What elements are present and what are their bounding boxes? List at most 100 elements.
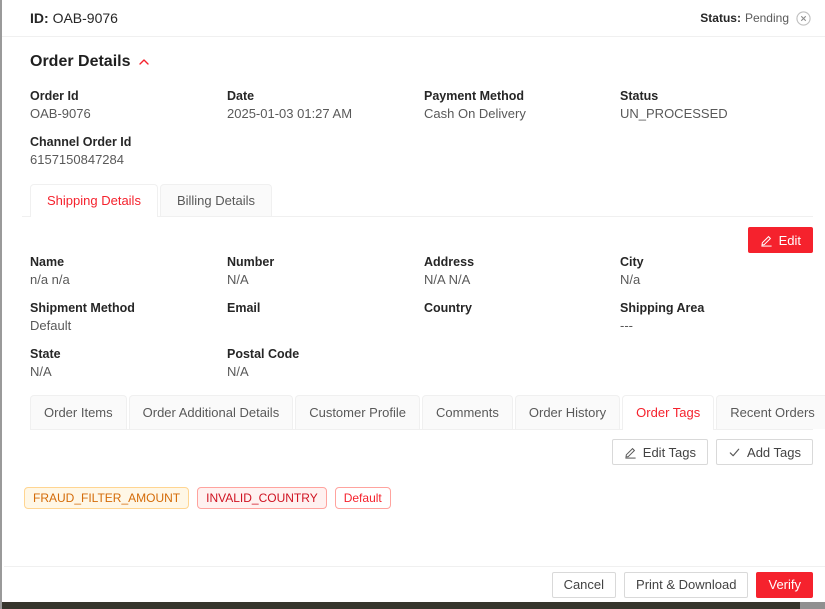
field-country: Country: [424, 299, 620, 335]
field-status: Status UN_PROCESSED: [620, 87, 813, 123]
field-label: Name: [30, 253, 219, 271]
field-value: [424, 317, 612, 335]
order-detail-modal: ID: OAB-9076 Status: Pending Order Detai…: [0, 0, 825, 609]
cancel-label: Cancel: [564, 577, 604, 592]
edit-button-label: Edit: [779, 233, 801, 248]
field-value: ---: [620, 317, 805, 335]
field-name: Name n/a n/a: [30, 253, 227, 289]
cancel-button[interactable]: Cancel: [552, 572, 616, 598]
field-label: City: [620, 253, 805, 271]
tab-billing-details[interactable]: Billing Details: [160, 184, 272, 216]
field-email: Email: [227, 299, 424, 335]
field-date: Date 2025-01-03 01:27 AM: [227, 87, 424, 123]
modal-footer: Cancel Print & Download Verify: [4, 566, 825, 602]
field-value: N/A: [227, 271, 416, 289]
field-label: Number: [227, 253, 416, 271]
tab-recent-orders[interactable]: Recent Orders: [716, 395, 825, 429]
tag-invalid-country: INVALID_COUNTRY: [197, 487, 327, 509]
order-id-label: ID:: [30, 10, 49, 26]
status-label: Status:: [700, 11, 741, 25]
field-label: State: [30, 345, 219, 363]
edit-tags-label: Edit Tags: [643, 445, 696, 460]
field-label: Country: [424, 299, 612, 317]
field-state: State N/A: [30, 345, 227, 381]
field-value: Default: [30, 317, 219, 335]
field-value: UN_PROCESSED: [620, 105, 805, 123]
tab-label: Comments: [436, 405, 499, 420]
add-tags-button[interactable]: Add Tags: [716, 439, 813, 465]
background-bottom-edge: [2, 602, 825, 609]
order-id-heading: ID: OAB-9076: [30, 10, 118, 26]
address-tabbar: Shipping Details Billing Details: [22, 184, 813, 217]
field-label: Email: [227, 299, 416, 317]
field-value: n/a n/a: [30, 271, 219, 289]
field-label: Postal Code: [227, 345, 416, 363]
field-value: N/A N/A: [424, 271, 612, 289]
field-number: Number N/A: [227, 253, 424, 289]
tab-order-additional-details[interactable]: Order Additional Details: [129, 395, 294, 429]
tab-customer-profile[interactable]: Customer Profile: [295, 395, 420, 429]
field-value: N/A: [227, 363, 416, 381]
status-value: Pending: [745, 11, 789, 25]
pencil-icon: [624, 446, 637, 459]
field-shipment-method: Shipment Method Default: [30, 299, 227, 335]
status-badge: Status: Pending: [700, 11, 811, 26]
verify-button[interactable]: Verify: [756, 572, 813, 598]
field-label: Status: [620, 87, 805, 105]
order-tags-list: FRAUD_FILTER_AMOUNT INVALID_COUNTRY Defa…: [24, 487, 813, 509]
status-close-icon[interactable]: [796, 11, 811, 26]
print-download-label: Print & Download: [636, 577, 736, 592]
background-scrollbar-corner: [800, 602, 825, 609]
modal-body: Order Details Order Id OAB-9076 Date 202…: [2, 37, 825, 509]
field-label: Channel Order Id: [30, 133, 219, 151]
field-shipping-area: Shipping Area ---: [620, 299, 813, 335]
tab-label: Order Additional Details: [143, 405, 280, 420]
field-postal-code: Postal Code N/A: [227, 345, 424, 381]
field-value: Cash On Delivery: [424, 105, 612, 123]
pencil-icon: [760, 234, 773, 247]
tab-order-history[interactable]: Order History: [515, 395, 620, 429]
edit-tags-button[interactable]: Edit Tags: [612, 439, 708, 465]
print-download-button[interactable]: Print & Download: [624, 572, 748, 598]
field-city: City N/a: [620, 253, 813, 289]
field-value: N/a: [620, 271, 805, 289]
tag-actions: Edit Tags Add Tags: [30, 439, 813, 465]
verify-label: Verify: [768, 577, 801, 592]
shipping-fields-grid: Name n/a n/a Number N/A Address N/A N/A …: [30, 253, 813, 391]
field-channel-order-id: Channel Order Id 6157150847284: [30, 133, 227, 169]
field-address: Address N/A N/A: [424, 253, 620, 289]
tab-shipping-details[interactable]: Shipping Details: [30, 184, 158, 216]
field-label: Order Id: [30, 87, 219, 105]
field-value: OAB-9076: [30, 105, 219, 123]
tab-label: Customer Profile: [309, 405, 406, 420]
field-label: Address: [424, 253, 612, 271]
tab-order-items[interactable]: Order Items: [30, 395, 127, 429]
tag-default: Default: [335, 487, 391, 509]
tab-label: Order Items: [44, 405, 113, 420]
chevron-up-icon: [138, 56, 150, 68]
tag-fraud-filter-amount: FRAUD_FILTER_AMOUNT: [24, 487, 189, 509]
check-icon: [728, 446, 741, 459]
edit-shipping-button[interactable]: Edit: [748, 227, 813, 253]
order-details-collapse-toggle[interactable]: Order Details: [30, 53, 813, 71]
field-label: Shipment Method: [30, 299, 219, 317]
field-value: N/A: [30, 363, 219, 381]
tab-label: Order History: [529, 405, 606, 420]
field-label: Payment Method: [424, 87, 612, 105]
tab-order-tags[interactable]: Order Tags: [622, 395, 714, 429]
field-value: 2025-01-03 01:27 AM: [227, 105, 416, 123]
tab-label: Recent Orders: [730, 405, 815, 420]
field-payment-method: Payment Method Cash On Delivery: [424, 87, 620, 123]
field-value: [227, 317, 416, 335]
tab-comments[interactable]: Comments: [422, 395, 513, 429]
background-dark-bar: [2, 602, 800, 609]
modal-header: ID: OAB-9076 Status: Pending: [2, 0, 825, 37]
tab-label: Order Tags: [636, 405, 700, 420]
detail-tabbar: Order Items Order Additional Details Cus…: [30, 395, 813, 430]
field-label: Date: [227, 87, 416, 105]
field-label: Shipping Area: [620, 299, 805, 317]
tab-label: Shipping Details: [47, 193, 141, 208]
tab-label: Billing Details: [177, 193, 255, 208]
section-title: Order Details: [30, 53, 130, 71]
add-tags-label: Add Tags: [747, 445, 801, 460]
